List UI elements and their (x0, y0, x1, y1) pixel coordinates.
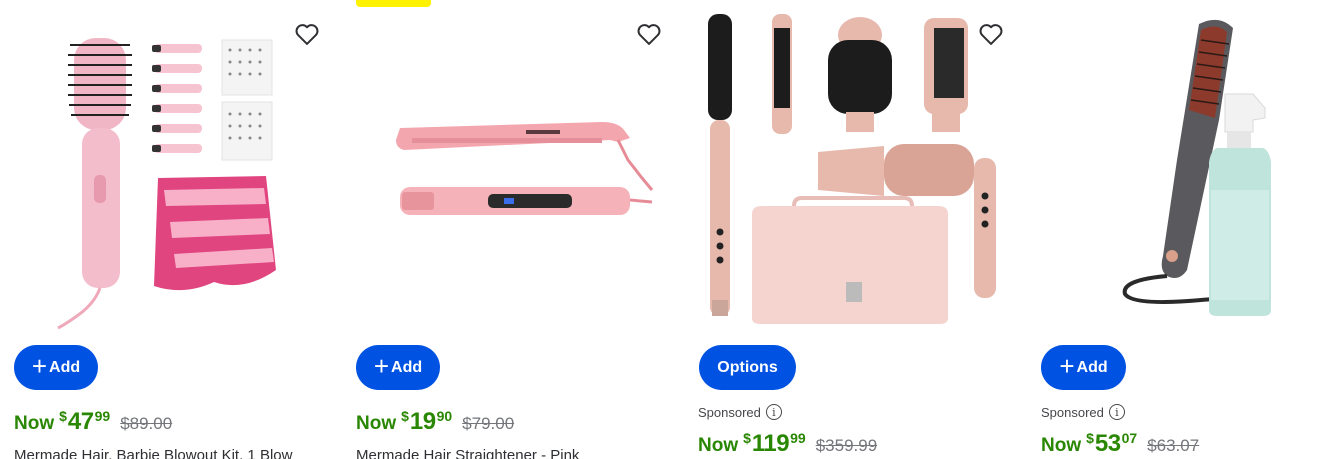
price-line: Now $ 47 99 $89.00 (14, 408, 172, 436)
price-line: Now $ 119 99 $359.99 (698, 430, 877, 458)
was-price: $63.07 (1147, 436, 1200, 455)
options-button-label: Options (717, 358, 778, 376)
price-dollars: 119 (751, 430, 790, 457)
price-cents: 99 (94, 408, 111, 424)
product-image[interactable] (1041, 0, 1319, 330)
product-title[interactable]: Mermade Hair, Barbie Blowout Kit, 1 Blow (14, 447, 314, 459)
plus-icon: + (373, 351, 390, 381)
product-title[interactable]: Mermade Hair Straightener - Pink (356, 447, 656, 459)
add-to-cart-button[interactable]: + Add (1041, 345, 1126, 390)
product-image[interactable] (14, 0, 314, 330)
price-cents: 90 (436, 408, 453, 424)
info-icon[interactable]: i (765, 404, 782, 420)
sponsored-label: Sponsored i (1041, 404, 1125, 420)
price-cents: 99 (790, 430, 806, 446)
product-card: + Add Now $ 19 90 $79.00 Mermade Hair St… (356, 0, 661, 459)
price-cents: 07 (1121, 430, 1138, 446)
was-price: $359.99 (815, 436, 878, 455)
currency-symbol: $ (59, 408, 67, 424)
add-to-cart-button[interactable]: + Add (14, 345, 98, 390)
price-dollars: 47 (67, 408, 94, 435)
price-line: Now $ 19 90 $79.00 (356, 408, 514, 436)
add-button-label: Add (1076, 358, 1108, 376)
favorite-heart-icon[interactable] (635, 20, 663, 48)
currency-symbol: $ (401, 408, 409, 424)
product-card: Options Sponsored i Now $ 119 99 $359.99 (698, 0, 1003, 459)
product-card: + Add Now $ 47 99 $89.00 Mermade Hair, B… (14, 0, 319, 459)
plus-icon: + (1059, 351, 1075, 381)
sponsored-text: Sponsored (1041, 404, 1104, 420)
add-to-cart-button[interactable]: + Add (356, 345, 440, 390)
info-icon[interactable]: i (1108, 404, 1125, 420)
favorite-heart-icon[interactable] (977, 20, 1005, 48)
currency-symbol: $ (1086, 430, 1094, 446)
now-label: Now (1041, 435, 1082, 456)
favorite-heart-icon[interactable] (293, 20, 321, 48)
price-line: Now $ 53 07 $63.07 (1041, 430, 1199, 458)
sponsored-label: Sponsored i (698, 404, 782, 420)
plus-icon: + (31, 351, 48, 381)
now-label: Now (356, 413, 397, 434)
product-card: + Add Sponsored i Now $ 53 07 $63.07 (1041, 0, 1319, 459)
currency-symbol: $ (743, 430, 751, 446)
product-image[interactable] (356, 0, 656, 330)
now-label: Now (698, 435, 739, 456)
options-button[interactable]: Options (699, 345, 796, 390)
now-label: Now (14, 413, 55, 434)
product-image[interactable] (698, 0, 998, 330)
price-dollars: 53 (1094, 430, 1121, 457)
add-button-label: Add (391, 358, 423, 376)
sponsored-text: Sponsored (698, 404, 761, 420)
add-button-label: Add (49, 358, 81, 376)
price-dollars: 19 (409, 408, 436, 435)
was-price: $89.00 (120, 414, 173, 433)
was-price: $79.00 (462, 414, 515, 433)
